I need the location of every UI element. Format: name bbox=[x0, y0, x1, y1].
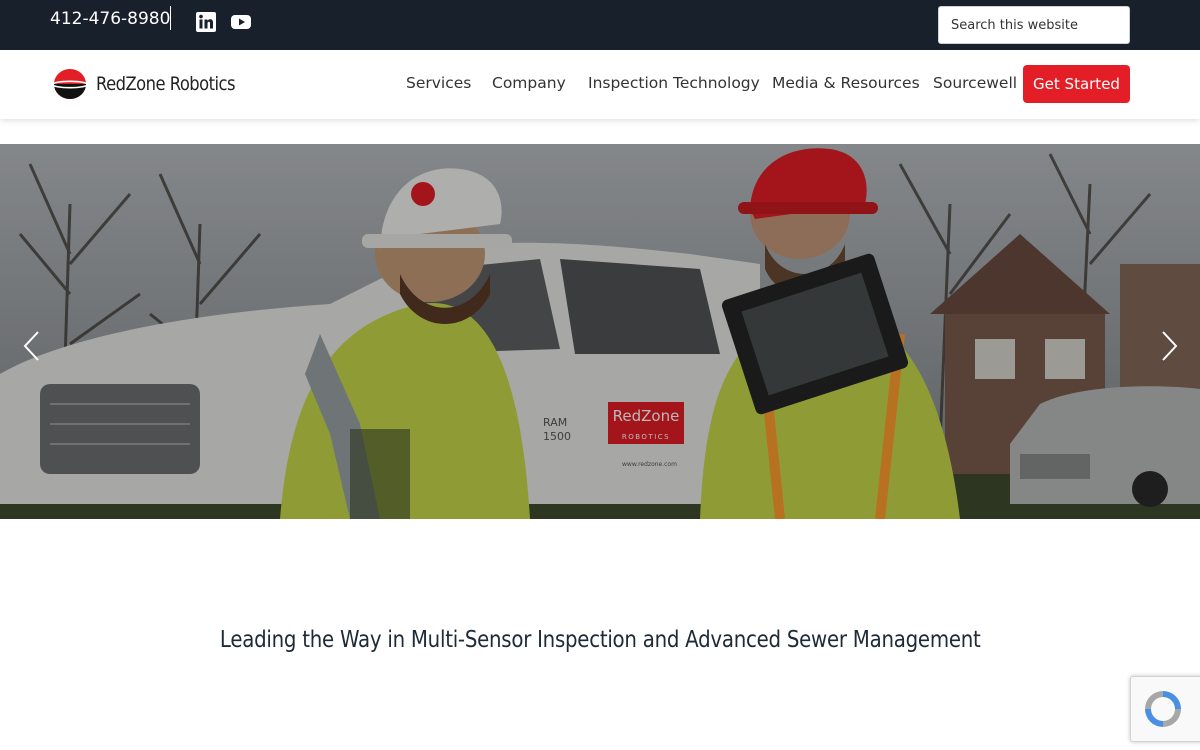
logo-text: RedZone Robotics bbox=[96, 73, 236, 95]
recaptcha-badge[interactable] bbox=[1130, 676, 1200, 742]
top-bar: 412-476-8980 bbox=[0, 0, 1200, 50]
hero-slider: RedZone ROBOTICS RAM 1500 www.redzone.co… bbox=[0, 144, 1200, 519]
nav-inspection-technology[interactable]: Inspection Technology bbox=[588, 74, 760, 92]
nav-sourcewell[interactable]: Sourcewell bbox=[933, 74, 1017, 92]
phone-number[interactable]: 412-476-8980 bbox=[50, 9, 170, 29]
tagline-text: Leading the Way in Multi-Sensor Inspecti… bbox=[219, 627, 981, 653]
nav-company[interactable]: Company bbox=[492, 74, 566, 92]
hero-image: RedZone ROBOTICS RAM 1500 www.redzone.co… bbox=[0, 144, 1200, 519]
divider bbox=[170, 6, 171, 30]
nav-services[interactable]: Services bbox=[406, 74, 471, 92]
search-input[interactable] bbox=[938, 6, 1130, 44]
slider-next-arrow[interactable] bbox=[1157, 329, 1181, 363]
redzone-logo-icon bbox=[52, 69, 88, 99]
nav-media-resources[interactable]: Media & Resources bbox=[772, 74, 920, 92]
site-logo[interactable]: RedZone Robotics bbox=[52, 68, 258, 100]
recaptcha-icon bbox=[1145, 691, 1181, 727]
slider-prev-arrow[interactable] bbox=[20, 329, 44, 363]
chevron-right-icon bbox=[1162, 331, 1178, 361]
chevron-left-icon bbox=[23, 331, 39, 361]
youtube-icon[interactable] bbox=[231, 12, 251, 32]
page-tagline: Leading the Way in Multi-Sensor Inspecti… bbox=[0, 627, 1200, 653]
site-header: RedZone Robotics Services Company Inspec… bbox=[0, 50, 1200, 119]
get-started-button[interactable]: Get Started bbox=[1023, 65, 1130, 103]
linkedin-icon[interactable] bbox=[196, 12, 216, 32]
